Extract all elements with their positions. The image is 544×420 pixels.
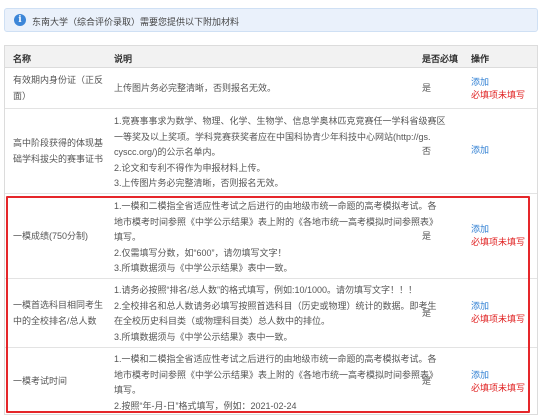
banner-text: 东南大学（综合评价录取）需要您提供以下附加材料 [32,17,240,27]
table-header: 名称 说明 是否必填 操作 [5,46,537,68]
header-action: 操作 [471,54,490,64]
row-action: 添加 必填项未填写 [471,300,525,326]
info-icon: i [14,14,26,26]
required-warning: 必填项未填写 [471,314,526,324]
row-required: 是 [422,231,432,241]
add-button[interactable]: 添加 [471,76,525,89]
required-warning: 必填项未填写 [471,383,526,393]
add-button[interactable]: 添加 [471,300,525,313]
table-row: 有效期内身份证（正反 面） 上传图片务必完整清晰，否则报名无效。 是 添加 必填… [5,69,537,109]
required-warning: 必填项未填写 [471,90,526,100]
row-desc: 上传图片务必完整清晰，否则报名无效。 [114,83,277,93]
row-name: 一模成绩(750分制) [13,231,89,241]
row-required: 是 [422,376,432,386]
table-row: 一模成绩(750分制) 1.一模和二模指全省适应性考试之后进行的由地级市统一命题… [5,195,537,279]
add-button[interactable]: 添加 [471,369,525,382]
row-required: 否 [422,146,432,156]
row-required: 是 [422,308,432,318]
row-name: 一模考试时间 [13,376,68,386]
row-name: 高中阶段获得的体现基 础学科拔尖的赛事证书 [13,138,104,164]
row-required: 是 [422,83,432,93]
table-row: 一模首选科目相同考生 中的全校排名/总人数 1.请务必按照“排名/总人数”的格式… [5,280,537,348]
row-action: 添加 必填项未填写 [471,223,525,249]
row-desc: 1.请务必按照“排名/总人数”的格式填写，例如:10/1000。请勿填写文字！！… [114,285,437,342]
add-button[interactable]: 添加 [471,223,525,236]
row-desc: 1.一模和二模指全省适应性考试之后进行的由地级市统一命题的高考模拟考试。各 地市… [114,201,439,273]
required-warning: 必填项未填写 [471,237,526,247]
header-required: 是否必填 [422,54,459,64]
materials-table: 名称 说明 是否必填 操作 有效期内身份证（正反 面） 上传图片务必完整清晰，否… [4,45,538,415]
row-name: 一模首选科目相同考生 中的全校排名/总人数 [13,300,104,326]
row-desc: 1.一模和二模指全省适应性考试之后进行的由地级市统一命题的高考模拟考试。各 地市… [114,354,439,411]
row-action: 添加 [471,144,489,157]
header-name: 名称 [13,54,32,64]
info-banner: i 东南大学（综合评价录取）需要您提供以下附加材料 [4,8,538,32]
table-row: 一模考试时间 1.一模和二模指全省适应性考试之后进行的由地级市统一命题的高考模拟… [5,349,537,415]
row-desc: 1.竞赛事事求为数学、物理、化学、生物学、信息学奥林匹克竞赛任一学科省级赛区 一… [114,116,446,188]
header-desc: 说明 [114,54,133,64]
row-action: 添加 必填项未填写 [471,76,525,102]
row-action: 添加 必填项未填写 [471,369,525,395]
add-button[interactable]: 添加 [471,144,489,157]
row-name: 有效期内身份证（正反 面） [13,75,104,101]
table-row: 高中阶段获得的体现基 础学科拔尖的赛事证书 1.竞赛事事求为数学、物理、化学、生… [5,110,537,194]
